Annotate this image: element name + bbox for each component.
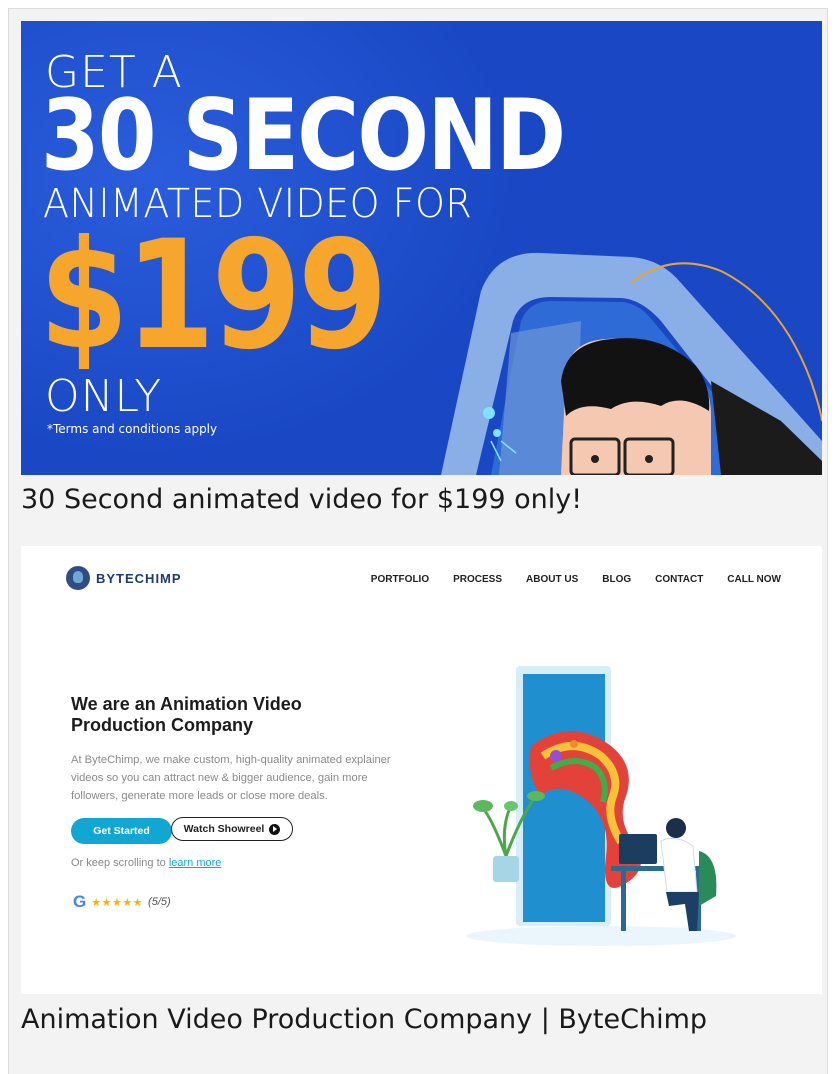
rating-stars: ★★★★★ (91, 895, 144, 909)
site-logo-text: BYTECHIMP (96, 570, 182, 586)
banner-line-only: ONLY (45, 371, 163, 422)
hero-description: At ByteChimp, we make custom, high-quali… (71, 754, 391, 802)
nav-about-us[interactable]: ABOUT US (526, 574, 578, 585)
site-nav: PORTFOLIO PROCESS ABOUT US BLOG CONTACT … (371, 574, 781, 585)
nav-contact[interactable]: CONTACT (655, 574, 703, 585)
learn-more-link[interactable]: learn more (169, 857, 222, 869)
nav-blog[interactable]: BLOG (602, 574, 631, 585)
get-started-button[interactable]: Get Started (71, 818, 172, 844)
watch-showreel-label: Watch Showreel (183, 823, 265, 835)
scroll-hint-text: Or keep scrolling to (71, 857, 169, 869)
nav-portfolio[interactable]: PORTFOLIO (371, 574, 429, 585)
play-icon (269, 823, 281, 835)
watch-showreel-button[interactable]: Watch Showreel (171, 817, 293, 841)
nav-call-now[interactable]: CALL NOW (727, 574, 781, 585)
result-title-2[interactable]: Animation Video Production Company | Byt… (21, 1004, 707, 1035)
hero-title: We are an Animation Video Production Com… (71, 694, 302, 735)
google-rating: G ★★★★★ (5/5) (73, 892, 171, 912)
scroll-hint: Or keep scrolling to learn more (71, 857, 221, 869)
bytechimp-site-screenshot[interactable]: BYTECHIMP PORTFOLIO PROCESS ABOUT US BLO… (21, 546, 822, 994)
promo-banner-image[interactable]: GET A 30 SECOND ANIMATED VIDEO FOR $199 … (21, 21, 822, 475)
nav-process[interactable]: PROCESS (453, 574, 502, 585)
hero-illustration (466, 666, 736, 946)
google-icon: G (73, 892, 87, 911)
chimp-logo-icon (66, 566, 90, 590)
banner-terms: *Terms and conditions apply (47, 422, 218, 436)
site-logo[interactable]: BYTECHIMP (66, 566, 182, 590)
banner-price: $199 (39, 209, 388, 383)
rating-score: (5/5) (148, 896, 171, 908)
result-title-1[interactable]: 30 Second animated video for $199 only! (21, 484, 582, 515)
banner-line-30-second: 30 SECOND (41, 79, 566, 193)
